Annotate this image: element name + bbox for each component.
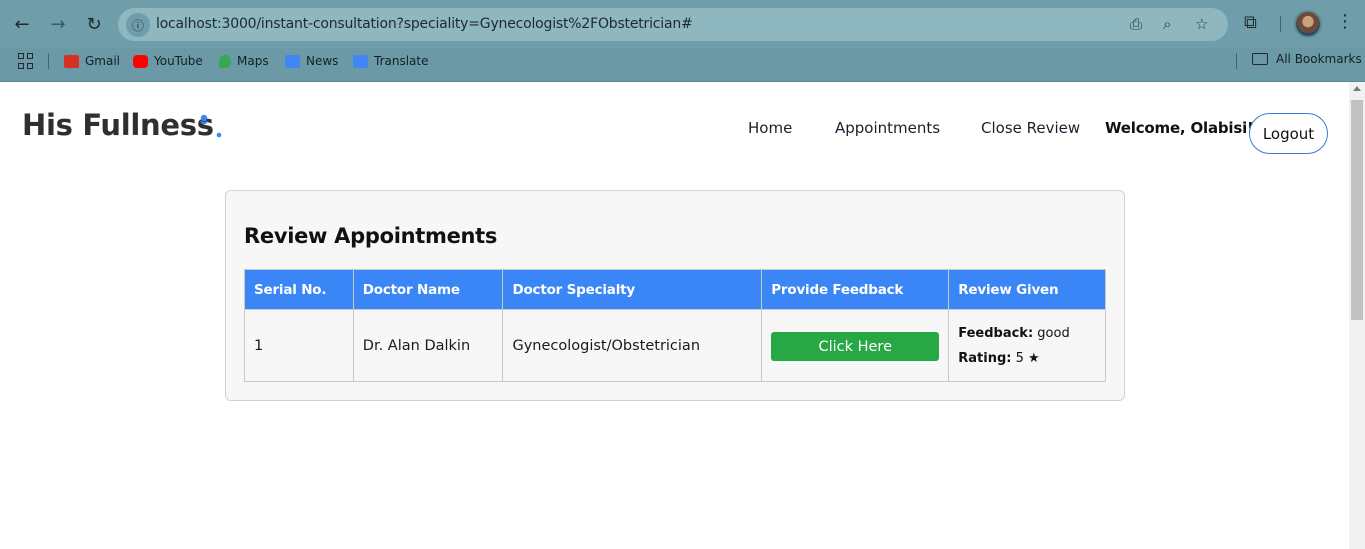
bookmark-label: News bbox=[306, 54, 339, 68]
provide-feedback-button[interactable]: Click Here bbox=[771, 332, 940, 361]
translate-icon bbox=[353, 54, 368, 68]
youtube-icon bbox=[133, 54, 148, 68]
table-row: 1 Dr. Alan Dalkin Gynecologist/Obstetric… bbox=[244, 309, 1106, 382]
all-bookmarks[interactable]: All Bookmarks bbox=[1252, 52, 1362, 66]
bookmark-star-icon[interactable]: ☆ bbox=[1195, 15, 1208, 33]
review-card: Review Appointments Serial No. Doctor Na… bbox=[225, 190, 1125, 401]
extensions-icon[interactable]: ⧉ bbox=[1244, 12, 1257, 33]
feedback-value: good bbox=[1037, 325, 1070, 341]
profile-avatar[interactable] bbox=[1294, 10, 1322, 38]
menu-icon[interactable]: ⋮ bbox=[1336, 11, 1354, 32]
table-header-row: Serial No. Doctor Name Doctor Specialty … bbox=[244, 269, 1106, 310]
brand-logo-text[interactable]: His Fullness bbox=[22, 108, 214, 142]
serial-cell: 1 bbox=[244, 309, 354, 382]
nav-close-review[interactable]: Close Review bbox=[981, 119, 1080, 137]
feedback-action-cell: Click Here bbox=[761, 309, 950, 382]
install-app-icon[interactable]: ⎙ bbox=[1130, 15, 1142, 33]
doctor-name-cell: Dr. Alan Dalkin bbox=[352, 309, 504, 382]
welcome-message: Welcome, Olabisi! bbox=[1105, 119, 1254, 137]
maps-icon bbox=[219, 54, 231, 68]
doctor-specialty-cell: Gynecologist/Obstetrician bbox=[502, 309, 763, 382]
scroll-up-arrow-icon[interactable] bbox=[1353, 86, 1361, 91]
page-scrollbar[interactable] bbox=[1349, 82, 1365, 549]
logout-button[interactable]: Logout bbox=[1249, 113, 1328, 154]
nav-appointments[interactable]: Appointments bbox=[835, 119, 940, 137]
feedback-line: Feedback: good bbox=[958, 321, 1096, 346]
review-given-cell: Feedback: good Rating: 5 ★ bbox=[948, 309, 1106, 382]
gmail-icon bbox=[64, 54, 79, 68]
scroll-thumb[interactable] bbox=[1351, 100, 1363, 320]
back-arrow-icon[interactable]: ← bbox=[10, 12, 34, 36]
news-icon bbox=[285, 54, 300, 68]
column-header: Doctor Name bbox=[352, 269, 504, 310]
rating-value: 5 ★ bbox=[1015, 350, 1040, 366]
column-header: Provide Feedback bbox=[761, 269, 950, 310]
apps-grid-icon[interactable] bbox=[18, 53, 34, 69]
rating-label: Rating: bbox=[958, 350, 1012, 366]
bookmark-label: YouTube bbox=[154, 54, 203, 68]
bookmark-label: Gmail bbox=[85, 54, 121, 68]
url-text[interactable]: localhost:3000/instant-consultation?spec… bbox=[156, 16, 693, 32]
bookmark-label: Maps bbox=[237, 54, 269, 68]
divider bbox=[48, 53, 49, 69]
divider bbox=[1280, 16, 1281, 32]
bookmark-label: Translate bbox=[374, 54, 429, 68]
divider bbox=[1236, 53, 1237, 69]
reload-icon[interactable]: ↻ bbox=[82, 12, 106, 36]
brand-logo-icon bbox=[200, 114, 222, 138]
review-table: Serial No. Doctor Name Doctor Specialty … bbox=[244, 269, 1106, 382]
column-header: Doctor Specialty bbox=[502, 269, 763, 310]
site-info-icon[interactable]: ⓘ bbox=[126, 13, 150, 37]
page-title: Review Appointments bbox=[244, 224, 498, 248]
folder-icon bbox=[1252, 53, 1268, 65]
bookmark-maps[interactable]: Maps bbox=[219, 52, 269, 70]
bookmark-gmail[interactable]: Gmail bbox=[64, 52, 120, 70]
rating-line: Rating: 5 ★ bbox=[958, 346, 1096, 371]
bookmark-translate[interactable]: Translate bbox=[353, 52, 429, 70]
all-bookmarks-label: All Bookmarks bbox=[1276, 52, 1362, 66]
column-header: Review Given bbox=[948, 269, 1106, 310]
bookmarks-bar bbox=[0, 48, 1365, 82]
address-bar[interactable]: ⓘ localhost:3000/instant-consultation?sp… bbox=[118, 8, 1228, 41]
bookmark-youtube[interactable]: YouTube bbox=[133, 52, 203, 70]
zoom-icon[interactable]: ⌕ bbox=[1163, 15, 1171, 33]
bookmark-news[interactable]: News bbox=[285, 52, 338, 70]
nav-home[interactable]: Home bbox=[748, 119, 792, 137]
column-header: Serial No. bbox=[244, 269, 354, 310]
feedback-label: Feedback: bbox=[958, 325, 1034, 341]
forward-arrow-icon[interactable]: → bbox=[46, 12, 70, 36]
